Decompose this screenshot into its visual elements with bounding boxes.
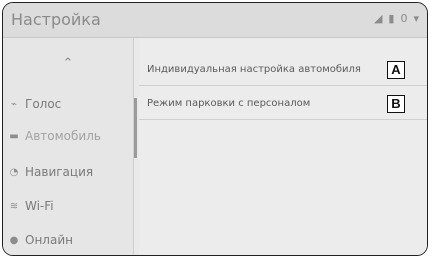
- car-icon: ▬: [9, 130, 19, 142]
- list-item-label: Режим парковки с персоналом: [147, 98, 311, 109]
- wifi-icon: ≋: [9, 200, 19, 212]
- active-indicator: [134, 98, 137, 158]
- sidebar-item-online[interactable]: ● Онлайн: [3, 224, 133, 255]
- list-item-label: Индивидуальная настройка автомобиля: [147, 64, 361, 75]
- status-area: ◢ ▮ 0 ▾: [374, 13, 419, 25]
- sidebar-item-label: Навигация: [25, 165, 94, 179]
- dropdown-icon[interactable]: ▾: [413, 13, 419, 25]
- list-item-valet-mode[interactable]: Режим парковки с персоналом B: [139, 88, 427, 120]
- title-bar: Настройка ◢ ▮ 0 ▾: [3, 3, 427, 38]
- settings-screen: Настройка ◢ ▮ 0 ▾ ⌃ ⌁ Голос ▬ Автомобиль…: [2, 2, 428, 256]
- scroll-up-icon[interactable]: ⌃: [3, 56, 133, 80]
- settings-list: Индивидуальная настройка автомобиля A Ре…: [139, 38, 427, 255]
- voice-icon: ⌁: [10, 98, 18, 110]
- sidebar-item-label: Автомобиль: [25, 129, 101, 143]
- signal-icon: ◢: [373, 12, 383, 25]
- zero-icon: 0: [400, 12, 408, 25]
- sidebar-item-label: Голос: [25, 97, 62, 111]
- sidebar-item-label: Wi-Fi: [25, 199, 54, 213]
- sidebar-item-voice[interactable]: ⌁ Голос: [3, 88, 133, 120]
- page-title: Настройка: [11, 10, 101, 29]
- sidebar-item-label: Онлайн: [25, 233, 73, 247]
- sidebar-item-navigation[interactable]: ◔ Навигация: [3, 156, 133, 188]
- list-item-vehicle-customization[interactable]: Индивидуальная настройка автомобиля A: [139, 54, 427, 86]
- sidebar: ⌃ ⌁ Голос ▬ Автомобиль ◔ Навигация ≋ Wi-…: [3, 38, 134, 255]
- sidebar-item-wifi[interactable]: ≋ Wi-Fi: [3, 190, 133, 222]
- battery-icon: ▮: [388, 12, 395, 25]
- navigation-icon: ◔: [9, 166, 19, 178]
- online-icon: ●: [9, 234, 19, 246]
- sidebar-item-car[interactable]: ▬ Автомобиль: [3, 120, 133, 152]
- callout-badge: A: [387, 60, 405, 79]
- callout-badge: B: [387, 94, 405, 113]
